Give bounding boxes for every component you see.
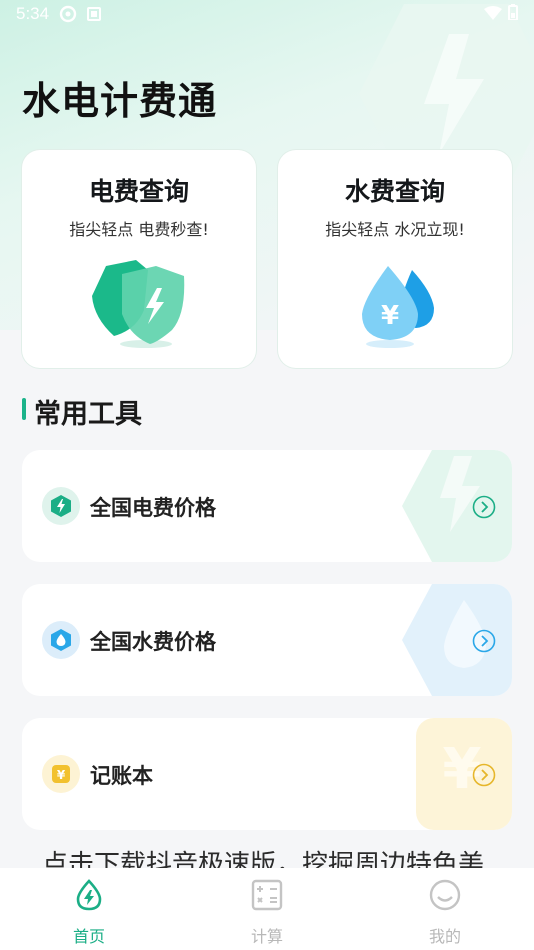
section-accent-bar xyxy=(22,398,26,420)
svg-text:¥: ¥ xyxy=(57,768,66,782)
svg-text:¥: ¥ xyxy=(381,301,399,331)
bottom-tab-bar: 首页 计算 我的 xyxy=(0,868,534,950)
tab-mine[interactable]: 我的 xyxy=(356,868,534,950)
yuan-water-drop-icon: ¥ xyxy=(362,266,434,348)
wifi-icon xyxy=(484,5,502,24)
card-subtitle: 指尖轻点 水况立现! xyxy=(325,220,465,239)
card-subtitle: 指尖轻点 电费秒查! xyxy=(69,220,209,239)
promo-marquee-text[interactable]: 点击下载抖音极速版，挖掘周边特色美 xyxy=(42,850,492,870)
tool-label: 全国水费价格 xyxy=(90,630,216,654)
chevron-right-icon xyxy=(472,495,496,519)
tool-account-book[interactable]: ¥ ¥ 记账本 xyxy=(22,718,512,830)
sim-card-icon xyxy=(87,6,102,22)
chevron-right-icon xyxy=(472,763,496,787)
water-hexagon-icon xyxy=(42,621,80,659)
battery-icon xyxy=(508,4,518,24)
section-title: 常用工具 xyxy=(34,399,142,430)
chevron-right-icon xyxy=(472,629,496,653)
status-bar: 5:34 xyxy=(0,0,534,28)
yuan-note-icon: ¥ xyxy=(42,755,80,793)
tab-home[interactable]: 首页 xyxy=(0,868,178,950)
lightning-hexagon-icon xyxy=(42,487,80,525)
tab-label: 首页 xyxy=(72,927,105,946)
tool-electricity-price[interactable]: 全国电费价格 xyxy=(22,450,512,562)
card-title: 电费查询 xyxy=(88,177,189,206)
tool-water-price[interactable]: 全国水费价格 xyxy=(22,584,512,696)
tool-label: 全国电费价格 xyxy=(90,496,216,520)
sync-icon xyxy=(59,5,77,23)
water-query-card[interactable]: 水费查询 指尖轻点 水况立现! ¥ xyxy=(278,150,512,368)
home-lightning-icon xyxy=(76,879,102,911)
smile-face-icon xyxy=(429,879,461,911)
tab-label: 我的 xyxy=(428,927,461,946)
card-title: 水费查询 xyxy=(344,177,445,206)
lightning-shield-icon xyxy=(92,260,185,348)
tab-label: 计算 xyxy=(250,927,283,946)
electricity-query-card[interactable]: 电费查询 指尖轻点 电费秒查! xyxy=(22,150,256,368)
tab-calculate[interactable]: 计算 xyxy=(178,868,356,950)
status-time: 5:34 xyxy=(16,4,50,23)
app-title: 水电计费通 xyxy=(22,79,218,123)
tool-label: 记账本 xyxy=(90,764,153,788)
calculator-icon xyxy=(251,879,283,911)
